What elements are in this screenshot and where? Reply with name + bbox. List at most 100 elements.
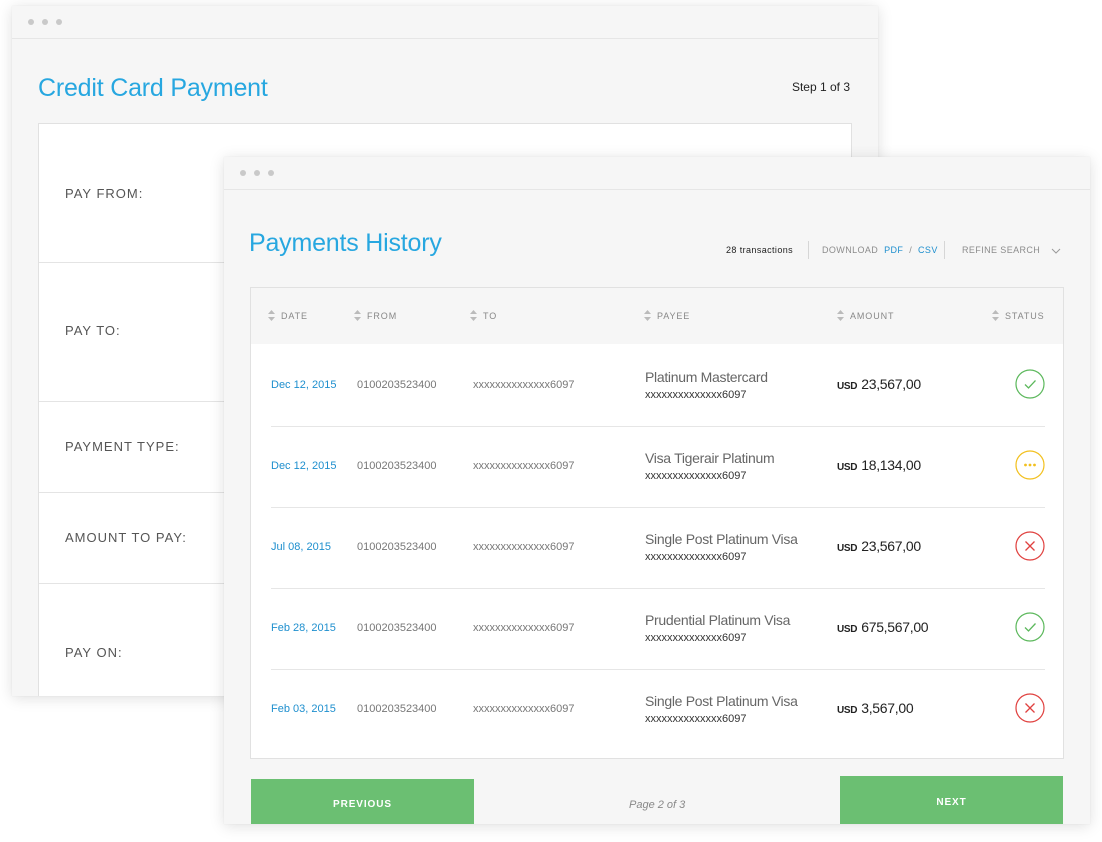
to-account: xxxxxxxxxxxxxx6097 (473, 541, 575, 553)
payee-account: xxxxxxxxxxxxxx6097 (645, 632, 747, 644)
currency: USD (837, 624, 858, 635)
table-row[interactable]: Dec 12, 2015 0100203523400 xxxxxxxxxxxxx… (271, 345, 1045, 427)
date-link[interactable]: Jul 08, 2015 (271, 541, 331, 553)
payee-account: xxxxxxxxxxxxxx6097 (645, 389, 747, 401)
window-dot[interactable] (28, 19, 34, 25)
column-header-from[interactable]: FROM (354, 310, 397, 321)
column-header-label: FROM (367, 310, 398, 321)
window-controls (240, 170, 274, 176)
sort-arrows-icon (470, 310, 477, 321)
check-circle-icon (1015, 369, 1045, 399)
currency: USD (837, 462, 858, 473)
page-title: Credit Card Payment (38, 74, 268, 102)
x-circle-icon (1015, 693, 1045, 723)
x-circle-icon (1015, 531, 1045, 561)
transactions-count: 28 transactions (726, 245, 794, 255)
payments-table: DATE FROM TO PAYEE AMOUNT STATUS Dec 12,… (250, 287, 1064, 759)
date-link[interactable]: Dec 12, 2015 (271, 460, 336, 472)
window-titlebar (12, 6, 878, 39)
table-header: DATE FROM TO PAYEE AMOUNT STATUS (251, 288, 1063, 344)
download-links: DOWNLOAD PDF / CSV (822, 245, 938, 255)
payee-name: Platinum Mastercard (645, 369, 768, 385)
amount: USD 23,567,00 (837, 376, 921, 392)
to-account: xxxxxxxxxxxxxx6097 (473, 379, 575, 391)
form-label: PAY ON: (65, 645, 123, 660)
to-account: xxxxxxxxxxxxxx6097 (473, 622, 575, 634)
window-dot[interactable] (56, 19, 62, 25)
download-label: DOWNLOAD (822, 245, 879, 255)
check-circle-icon (1015, 612, 1045, 642)
window-controls (28, 19, 62, 25)
from-account: 0100203523400 (357, 379, 437, 391)
from-account: 0100203523400 (357, 703, 437, 715)
column-header-payee[interactable]: PAYEE (644, 310, 690, 321)
amount-value: 3,567,00 (861, 700, 914, 716)
amount: USD 3,567,00 (837, 700, 914, 716)
sort-arrows-icon (354, 310, 361, 321)
amount-value: 23,567,00 (861, 538, 921, 554)
column-header-date[interactable]: DATE (268, 310, 308, 321)
window-titlebar (224, 157, 1090, 190)
page-title: Payments History (249, 229, 442, 257)
currency: USD (837, 381, 858, 392)
column-header-label: STATUS (1005, 310, 1045, 321)
ellipsis-circle-icon (1015, 450, 1045, 480)
sort-arrows-icon (837, 310, 844, 321)
amount-value: 23,567,00 (861, 376, 921, 392)
payee-name: Single Post Platinum Visa (645, 693, 798, 709)
payee-name: Prudential Platinum Visa (645, 612, 791, 628)
form-label: PAY TO: (65, 323, 121, 338)
amount: USD 23,567,00 (837, 538, 921, 554)
column-header-amount[interactable]: AMOUNT (837, 310, 894, 321)
window-dot[interactable] (240, 170, 246, 176)
sort-arrows-icon (268, 310, 275, 321)
separator-slash: / (909, 245, 913, 255)
payee-name: Visa Tigerair Platinum (645, 450, 775, 466)
currency: USD (837, 705, 858, 716)
form-label: PAY FROM: (65, 186, 144, 201)
date-link[interactable]: Feb 03, 2015 (271, 703, 336, 715)
amount: USD 675,567,00 (837, 619, 929, 635)
page-indicator: Page 2 of 3 (629, 799, 686, 811)
window-dot[interactable] (254, 170, 260, 176)
date-link[interactable]: Dec 12, 2015 (271, 379, 336, 391)
column-header-label: AMOUNT (850, 310, 895, 321)
amount-value: 675,567,00 (861, 619, 929, 635)
chevron-down-icon (1051, 248, 1061, 254)
payee-account: xxxxxxxxxxxxxx6097 (645, 713, 747, 725)
date-link[interactable]: Feb 28, 2015 (271, 622, 336, 634)
amount-value: 18,134,00 (861, 457, 921, 473)
refine-search-label: REFINE SEARCH (962, 245, 1041, 255)
to-account: xxxxxxxxxxxxxx6097 (473, 703, 575, 715)
download-csv-link[interactable]: CSV (918, 245, 938, 255)
download-pdf-link[interactable]: PDF (884, 245, 903, 255)
table-row[interactable]: Jul 08, 2015 0100203523400 xxxxxxxxxxxxx… (271, 507, 1045, 589)
divider (944, 241, 945, 259)
payments-history-window: Payments History 28 transactions DOWNLOA… (224, 157, 1090, 824)
payee-account: xxxxxxxxxxxxxx6097 (645, 551, 747, 563)
next-button[interactable]: NEXT (840, 776, 1063, 824)
step-indicator: Step 1 of 3 (791, 80, 850, 94)
divider (808, 241, 809, 259)
column-header-status[interactable]: STATUS (992, 310, 1045, 321)
from-account: 0100203523400 (357, 541, 437, 553)
sort-arrows-icon (644, 310, 651, 321)
form-label: AMOUNT TO PAY: (65, 530, 187, 545)
window-dot[interactable] (42, 19, 48, 25)
refine-search-button[interactable]: REFINE SEARCH (962, 245, 1061, 255)
to-account: xxxxxxxxxxxxxx6097 (473, 460, 575, 472)
column-header-label: TO (483, 310, 498, 321)
table-row[interactable]: Dec 12, 2015 0100203523400 xxxxxxxxxxxxx… (271, 426, 1045, 508)
table-row[interactable]: Feb 03, 2015 0100203523400 xxxxxxxxxxxxx… (271, 669, 1045, 750)
from-account: 0100203523400 (357, 460, 437, 472)
column-header-label: PAYEE (657, 310, 691, 321)
currency: USD (837, 543, 858, 554)
column-header-to[interactable]: TO (470, 310, 497, 321)
window-dot[interactable] (268, 170, 274, 176)
amount: USD 18,134,00 (837, 457, 921, 473)
from-account: 0100203523400 (357, 622, 437, 634)
table-row[interactable]: Feb 28, 2015 0100203523400 xxxxxxxxxxxxx… (271, 588, 1045, 670)
previous-button[interactable]: PREVIOUS (251, 779, 474, 824)
payee-account: xxxxxxxxxxxxxx6097 (645, 470, 747, 482)
column-header-label: DATE (281, 310, 308, 321)
